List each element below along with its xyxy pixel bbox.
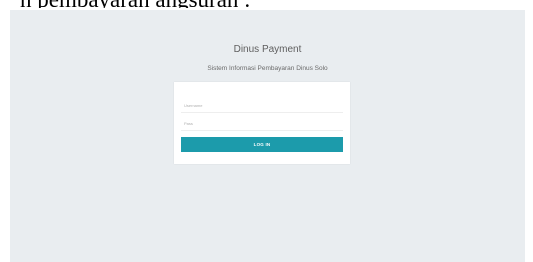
username-input[interactable]	[181, 99, 343, 113]
password-input[interactable]	[181, 117, 343, 131]
login-form: LOG IN	[174, 82, 350, 164]
app-subtitle: Sistem Informasi Pembayaran Dinus Solo	[207, 65, 328, 72]
login-button[interactable]: LOG IN	[181, 137, 343, 152]
login-page: Dinus Payment Sistem Informasi Pembayara…	[10, 10, 525, 262]
document-caption-text: n pembayaran angsuran :	[0, 0, 533, 8]
app-title: Dinus Payment	[233, 44, 302, 55]
